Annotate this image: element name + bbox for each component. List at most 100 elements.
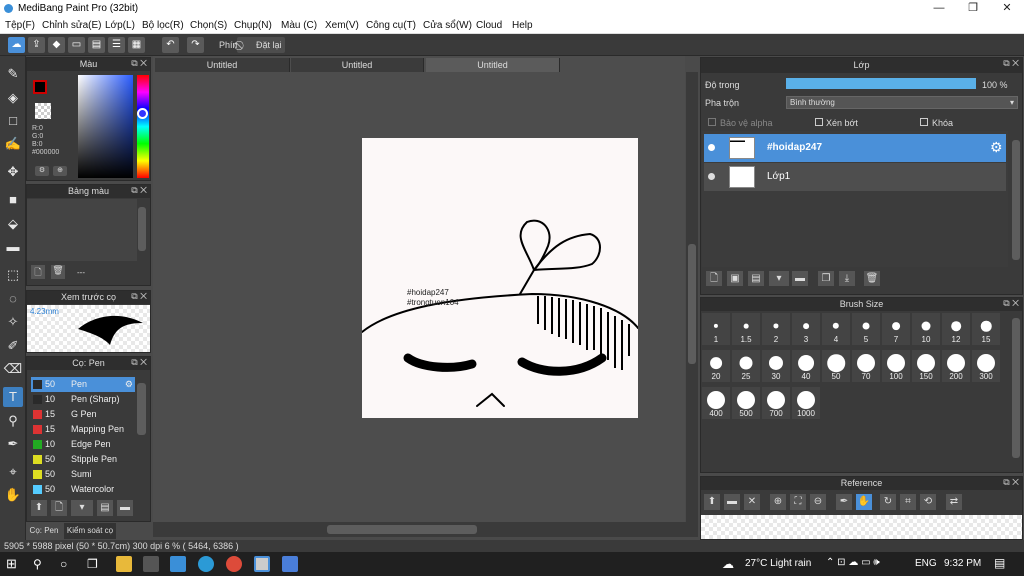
- brush-size-30[interactable]: 30: [762, 350, 790, 382]
- brush-size-500[interactable]: 500: [732, 387, 760, 419]
- brush-size-150[interactable]: 150: [912, 350, 940, 382]
- merge-layer-icon[interactable]: ⤓: [839, 271, 855, 286]
- brush-size-50[interactable]: 50: [822, 350, 850, 382]
- lasso-tool-icon[interactable]: ◌: [3, 289, 23, 309]
- brush-size-10[interactable]: 10: [912, 313, 940, 345]
- menu-select[interactable]: Chọn(S): [190, 20, 227, 31]
- palette-area[interactable]: [27, 199, 137, 261]
- hand-icon[interactable]: ✋: [856, 494, 872, 510]
- new-layer-icon[interactable]: 🗋: [706, 271, 722, 286]
- upload-icon[interactable]: ⇪: [28, 37, 45, 53]
- close-icon[interactable]: ✕: [744, 494, 760, 510]
- select-eraser-icon[interactable]: ⌫: [3, 359, 23, 379]
- tab-untitled-2[interactable]: Untitled: [291, 58, 424, 72]
- menu-edit[interactable]: Chỉnh sửa(E): [42, 20, 102, 31]
- brush-size-200[interactable]: 200: [942, 350, 970, 382]
- text-tool-icon[interactable]: T: [3, 387, 23, 407]
- protect-alpha-checkbox[interactable]: [708, 118, 716, 126]
- windows-start-icon[interactable]: ⊞: [6, 556, 22, 572]
- trash-icon[interactable]: 🗑: [864, 271, 880, 286]
- reset-rotate-icon[interactable]: ⟲: [920, 494, 936, 510]
- menu-window[interactable]: Cửa sổ(W): [423, 20, 472, 31]
- brush-size-1000[interactable]: 1000: [792, 387, 820, 419]
- menu-cloud[interactable]: Cloud: [476, 20, 502, 31]
- hue-handle[interactable]: [137, 108, 148, 119]
- eye-icon[interactable]: [708, 173, 715, 180]
- brush-size-4[interactable]: 4: [822, 313, 850, 345]
- layer-8bit-icon[interactable]: ▤: [748, 271, 764, 286]
- dropper-icon[interactable]: ⌖: [3, 462, 23, 482]
- vertical-scrollbar[interactable]: [686, 72, 698, 522]
- tab-untitled-3[interactable]: Untitled: [426, 58, 560, 72]
- menu-color[interactable]: Màu (C): [281, 20, 317, 31]
- medibang-icon[interactable]: [254, 556, 270, 572]
- minimize-button[interactable]: —: [922, 0, 956, 17]
- brush-size-1[interactable]: 1: [702, 313, 730, 345]
- menu-file[interactable]: Tệp(F): [5, 20, 35, 31]
- eyedropper-icon[interactable]: ✒: [3, 434, 23, 454]
- duplicate-layer-icon[interactable]: ❐: [818, 271, 834, 286]
- gear-icon[interactable]: ⚙: [990, 139, 1003, 156]
- brush-size-scrollbar[interactable]: [1012, 318, 1020, 458]
- zoom-in-icon[interactable]: ⊕: [770, 494, 786, 510]
- color-mode-icon[interactable]: ⊕: [53, 166, 67, 176]
- brush-item-7[interactable]: 50 Watercolor: [31, 482, 135, 497]
- clock[interactable]: 9:32 PM: [944, 558, 981, 569]
- language-indicator[interactable]: ENG: [915, 558, 937, 569]
- fill-rect-tool-icon[interactable]: ■: [3, 190, 23, 210]
- menu-filter[interactable]: Bộ lọc(R): [142, 20, 184, 31]
- menu-view[interactable]: Xem(V): [325, 20, 359, 31]
- mail-icon[interactable]: [170, 556, 186, 572]
- palette-scrollbar[interactable]: [138, 207, 146, 251]
- brush-size-15[interactable]: 15: [972, 313, 1000, 345]
- brush-tool-icon[interactable]: ✎: [3, 64, 23, 84]
- document-canvas[interactable]: #hoidap247 #trongtuen104: [361, 138, 639, 418]
- notification-icon[interactable]: ▤: [994, 556, 1005, 570]
- search-icon[interactable]: ⚲: [33, 556, 49, 572]
- task-view-icon[interactable]: ❐: [87, 556, 103, 572]
- transparent-color[interactable]: [35, 103, 51, 119]
- rect-tool-icon[interactable]: □: [3, 111, 23, 131]
- brush-size-7[interactable]: 7: [882, 313, 910, 345]
- undo-icon[interactable]: ↶: [162, 37, 179, 53]
- add-brush-icon[interactable]: ⬆: [31, 500, 47, 516]
- store-icon[interactable]: [143, 556, 159, 572]
- pen-tool-icon[interactable]: ✍: [3, 134, 23, 154]
- new-page-icon[interactable]: 🗋: [31, 265, 45, 279]
- zalo-icon[interactable]: [282, 556, 298, 572]
- upload-icon[interactable]: ⬆: [704, 494, 720, 510]
- blend-mode-select[interactable]: Bình thường ▾: [786, 96, 1018, 109]
- rotate-icon[interactable]: ↻: [880, 494, 896, 510]
- edge-icon[interactable]: [198, 556, 214, 572]
- brush-size-100[interactable]: 100: [882, 350, 910, 382]
- brush-size-20[interactable]: 20: [702, 350, 730, 382]
- brush-size-700[interactable]: 700: [762, 387, 790, 419]
- horizontal-scrollbar[interactable]: [153, 522, 698, 537]
- close-button[interactable]: ✕: [990, 0, 1024, 17]
- page-icon[interactable]: ▤: [88, 37, 105, 53]
- folder-icon[interactable]: ▬: [117, 500, 133, 516]
- trash-icon[interactable]: 🗑: [51, 265, 65, 279]
- select-pen-icon[interactable]: ✐: [3, 336, 23, 356]
- redo-icon[interactable]: ↷: [187, 37, 204, 53]
- brush-item-6[interactable]: 50 Sumi: [31, 467, 135, 482]
- hand-tool-icon[interactable]: ✋: [3, 485, 23, 505]
- lock-checkbox[interactable]: [920, 118, 928, 126]
- layer-row-lop1[interactable]: Lớp1: [704, 163, 1006, 191]
- brush-item-1[interactable]: 10 Pen (Sharp): [31, 392, 135, 407]
- layer-row-hoidap247[interactable]: ▬▬▬ #hoidap247 ⚙: [704, 134, 1006, 162]
- brush-size-12[interactable]: 12: [942, 313, 970, 345]
- chrome-icon[interactable]: [226, 556, 242, 572]
- tray-icons[interactable]: ⌃ ⊡ ☁ ▭ 🕪: [826, 557, 880, 568]
- brush-item-2[interactable]: 15 G Pen: [31, 407, 135, 422]
- gradient-tool-icon[interactable]: ▬: [3, 237, 23, 257]
- speech-icon[interactable]: ◆: [48, 37, 65, 53]
- panel-controls[interactable]: ⧉ ✕: [131, 357, 147, 368]
- brush-item-3[interactable]: 15 Mapping Pen: [31, 422, 135, 437]
- operation-tool-icon[interactable]: ⚲: [3, 411, 23, 431]
- halftone-layer-icon[interactable]: ▣: [727, 271, 743, 286]
- file-explorer-icon[interactable]: [116, 556, 132, 572]
- opacity-slider[interactable]: [786, 78, 976, 89]
- menu-capture[interactable]: Chụp(N): [234, 20, 272, 31]
- brush-size-40[interactable]: 40: [792, 350, 820, 382]
